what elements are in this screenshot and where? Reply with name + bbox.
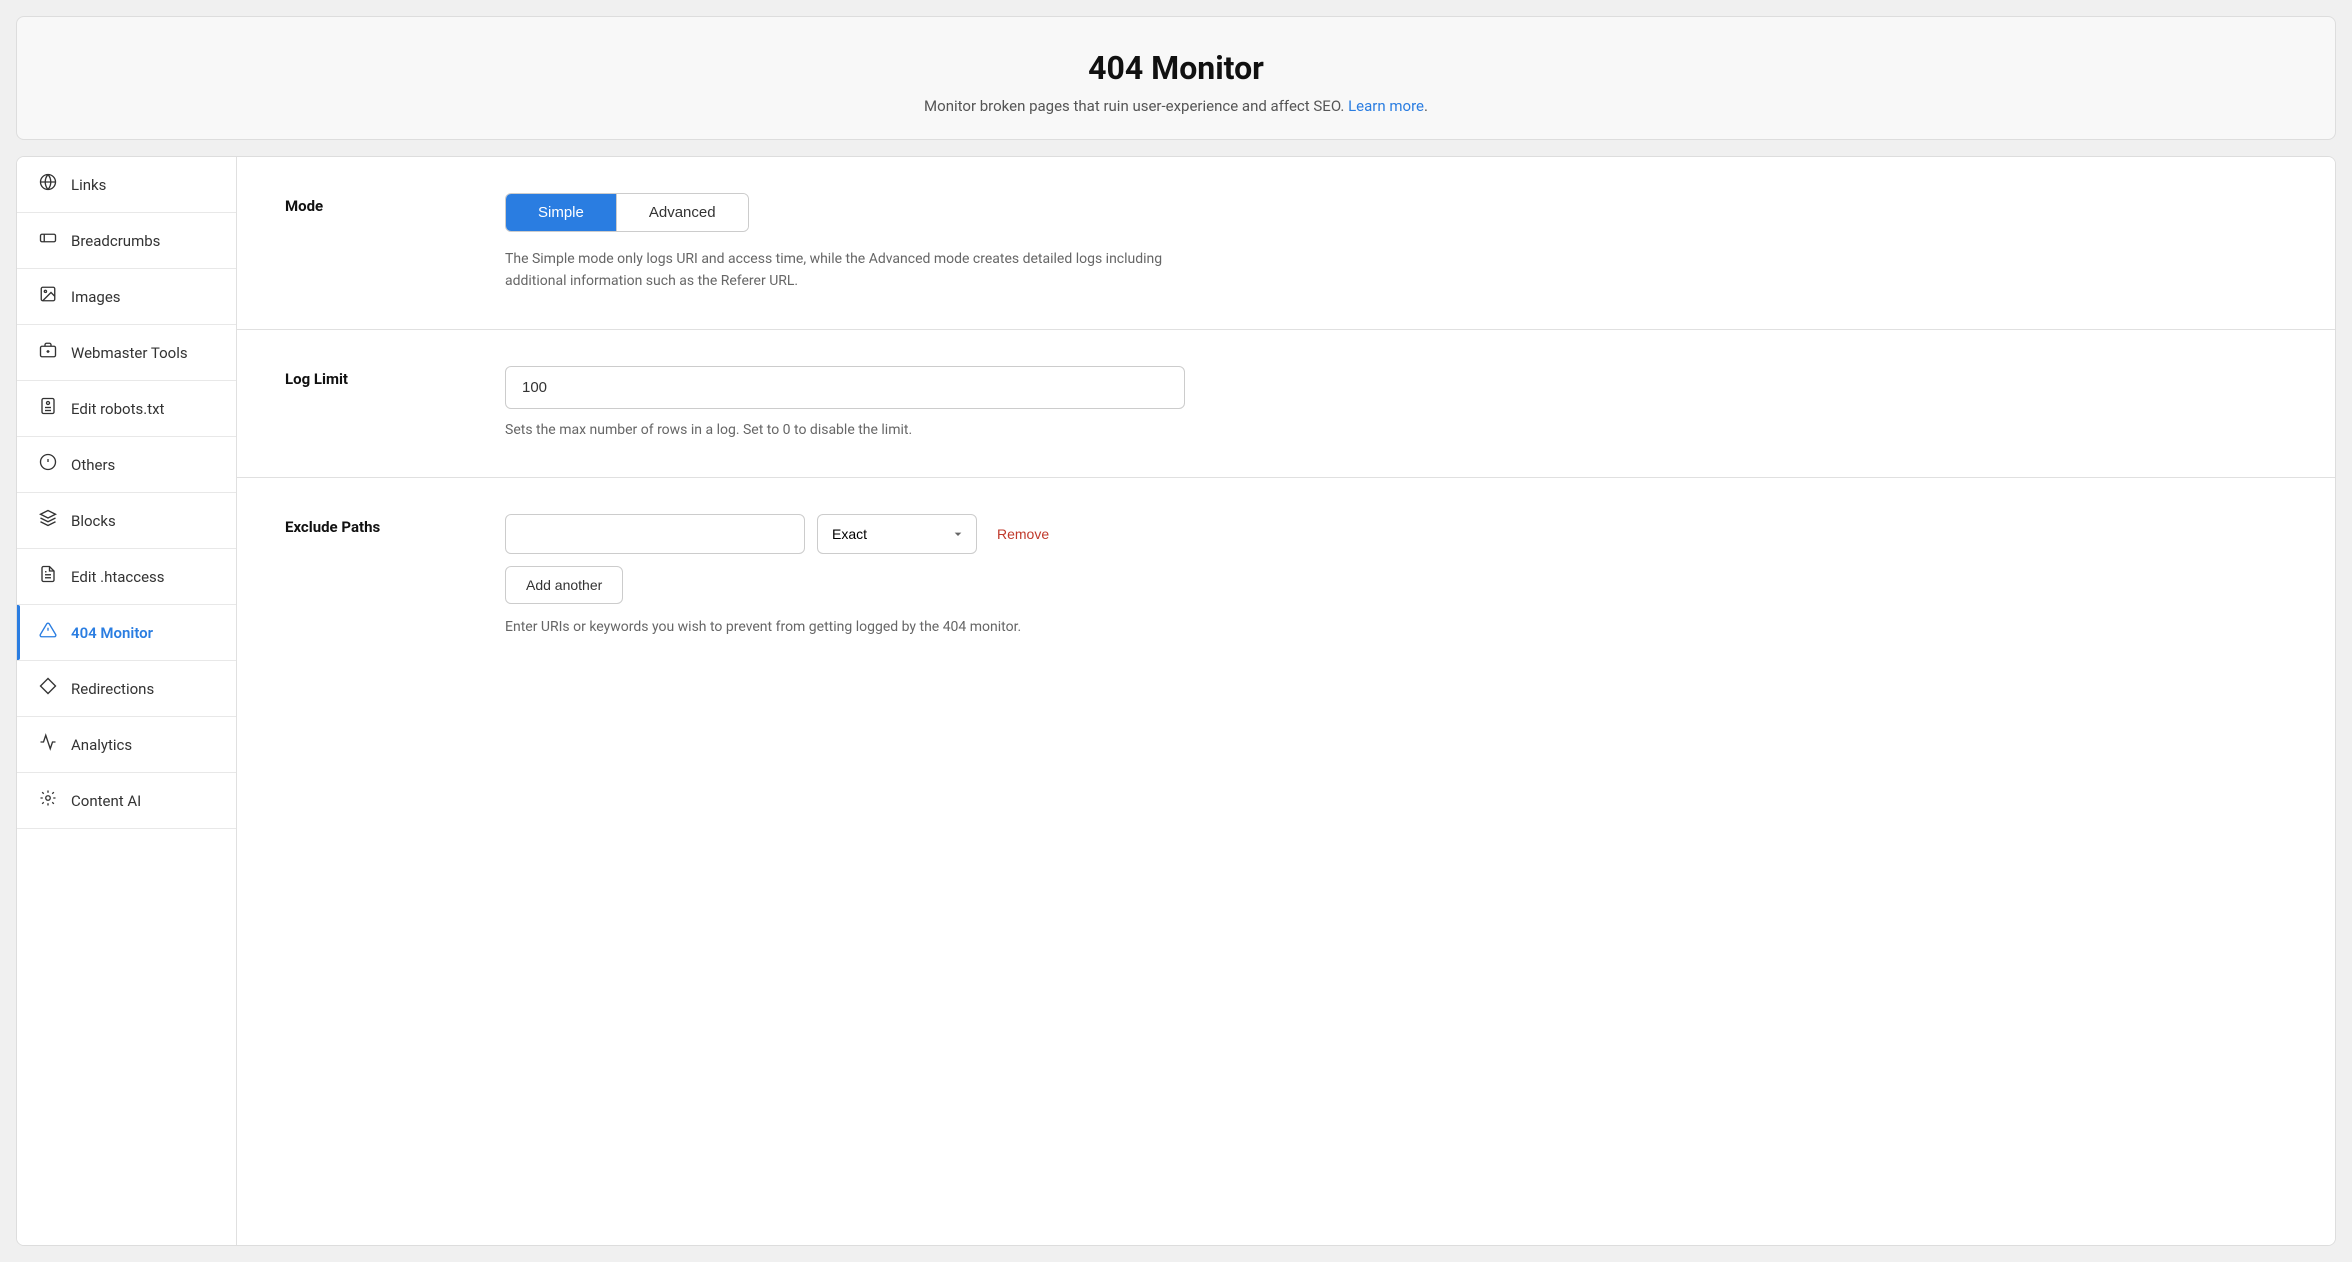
content-ai-icon (37, 789, 59, 812)
page-description: Monitor broken pages that ruin user-expe… (33, 97, 2319, 115)
edit-htaccess-icon (37, 565, 59, 588)
sidebar-item-blocks-label: Blocks (71, 512, 116, 530)
404-monitor-icon (37, 621, 59, 644)
remove-path-button[interactable]: Remove (989, 522, 1057, 546)
sidebar-item-webmaster-tools[interactable]: Webmaster Tools (17, 325, 236, 381)
sidebar-item-404-monitor-label: 404 Monitor (71, 624, 153, 642)
mode-label: Mode (285, 193, 505, 293)
mode-description: The Simple mode only logs URI and access… (505, 248, 1165, 293)
log-limit-content: Sets the max number of rows in a log. Se… (505, 366, 2287, 441)
sidebar-item-analytics[interactable]: Analytics (17, 717, 236, 773)
main-layout: Links Breadcrumbs Images (16, 156, 2336, 1246)
sidebar-item-content-ai[interactable]: Content AI (17, 773, 236, 829)
log-limit-description: Sets the max number of rows in a log. Se… (505, 419, 1165, 441)
sidebar-item-edit-htaccess[interactable]: Edit .htaccess (17, 549, 236, 605)
webmaster-tools-icon (37, 341, 59, 364)
mode-content: Simple Advanced The Simple mode only log… (505, 193, 2287, 293)
sidebar-item-images[interactable]: Images (17, 269, 236, 325)
exclude-paths-content: Exact Contains Starts With Ends With Reg… (505, 514, 2287, 638)
sidebar-item-redirections-label: Redirections (71, 680, 154, 698)
log-limit-input[interactable] (505, 366, 1185, 409)
sidebar-item-links-label: Links (71, 176, 106, 194)
exclude-paths-label: Exclude Paths (285, 514, 505, 638)
others-icon (37, 453, 59, 476)
edit-robots-icon (37, 397, 59, 420)
sidebar-item-webmaster-tools-label: Webmaster Tools (71, 344, 188, 362)
sidebar-item-others-label: Others (71, 456, 115, 474)
exclude-path-row: Exact Contains Starts With Ends With Reg… (505, 514, 2287, 554)
mode-toggle: Simple Advanced (505, 193, 749, 232)
sidebar-item-edit-htaccess-label: Edit .htaccess (71, 568, 165, 586)
exclude-path-input[interactable] (505, 514, 805, 554)
analytics-icon (37, 733, 59, 756)
exclude-paths-description: Enter URIs or keywords you wish to preve… (505, 616, 1165, 638)
sidebar-item-breadcrumbs-label: Breadcrumbs (71, 232, 160, 250)
sidebar-item-content-ai-label: Content AI (71, 792, 141, 810)
links-icon (37, 173, 59, 196)
log-limit-section: Log Limit Sets the max number of rows in… (237, 330, 2335, 478)
sidebar-item-analytics-label: Analytics (71, 736, 132, 754)
page-title: 404 Monitor (33, 49, 2319, 87)
sidebar: Links Breadcrumbs Images (17, 157, 237, 1245)
simple-mode-button[interactable]: Simple (506, 194, 616, 231)
sidebar-item-redirections[interactable]: Redirections (17, 661, 236, 717)
breadcrumbs-icon (37, 229, 59, 252)
add-another-button[interactable]: Add another (505, 566, 623, 604)
learn-more-link[interactable]: Learn more (1348, 97, 1424, 115)
mode-section: Mode Simple Advanced The Simple mode onl… (237, 157, 2335, 330)
redirections-icon (37, 677, 59, 700)
content-area: Mode Simple Advanced The Simple mode onl… (237, 157, 2335, 1245)
sidebar-item-links[interactable]: Links (17, 157, 236, 213)
sidebar-item-others[interactable]: Others (17, 437, 236, 493)
exclude-paths-section: Exclude Paths Exact Contains Starts With… (237, 478, 2335, 674)
page-header: 404 Monitor Monitor broken pages that ru… (16, 16, 2336, 140)
blocks-icon (37, 509, 59, 532)
sidebar-item-breadcrumbs[interactable]: Breadcrumbs (17, 213, 236, 269)
sidebar-item-images-label: Images (71, 288, 121, 306)
images-icon (37, 285, 59, 308)
log-limit-label: Log Limit (285, 366, 505, 441)
exclude-match-select[interactable]: Exact Contains Starts With Ends With Reg… (817, 514, 977, 554)
advanced-mode-button[interactable]: Advanced (616, 194, 748, 231)
sidebar-item-404-monitor[interactable]: 404 Monitor (17, 605, 236, 661)
sidebar-item-edit-robots[interactable]: Edit robots.txt (17, 381, 236, 437)
sidebar-item-edit-robots-label: Edit robots.txt (71, 400, 164, 418)
sidebar-item-blocks[interactable]: Blocks (17, 493, 236, 549)
